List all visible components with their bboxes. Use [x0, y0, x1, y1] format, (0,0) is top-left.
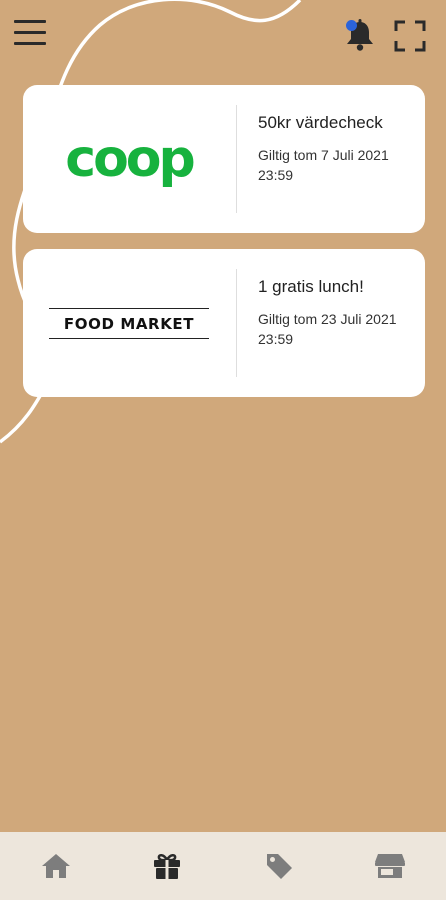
notification-button[interactable] [344, 18, 376, 52]
offer-info: 1 gratis lunch! Giltig tom 23 Juli 2021 … [258, 275, 408, 349]
offer-card-coop[interactable]: coop 50kr värdecheck Giltig tom 7 Juli 2… [23, 85, 425, 233]
fullscreen-button[interactable] [394, 20, 426, 52]
offer-card-food-market[interactable]: FOOD MARKET 1 gratis lunch! Giltig tom 2… [23, 249, 425, 397]
nav-gifts[interactable] [112, 832, 224, 900]
notification-badge [346, 20, 357, 31]
tag-icon [266, 854, 292, 879]
offer-info: 50kr värdecheck Giltig tom 7 Juli 2021 2… [258, 111, 408, 185]
bottom-navigation [0, 832, 446, 900]
store-icon [375, 854, 406, 878]
top-bar [0, 0, 446, 72]
offer-title: 1 gratis lunch! [258, 277, 364, 296]
offer-validity: Giltig tom 23 Juli 2021 23:59 [258, 311, 397, 347]
nav-home[interactable] [0, 832, 112, 900]
card-divider [236, 269, 237, 377]
food-market-logo: FOOD MARKET [23, 249, 235, 397]
offer-validity: Giltig tom 7 Juli 2021 23:59 [258, 147, 389, 183]
coop-logo-text: coop [65, 129, 195, 189]
food-market-logo-text: FOOD MARKET [63, 314, 195, 333]
coop-logo: coop [23, 85, 235, 233]
home-icon [41, 854, 70, 878]
offer-title: 50kr värdecheck [258, 113, 383, 132]
expand-icon [394, 20, 426, 52]
nav-stores[interactable] [335, 832, 446, 900]
gift-icon [154, 854, 181, 879]
card-divider [236, 105, 237, 213]
hamburger-menu-icon[interactable] [14, 20, 46, 52]
nav-offers[interactable] [223, 832, 335, 900]
